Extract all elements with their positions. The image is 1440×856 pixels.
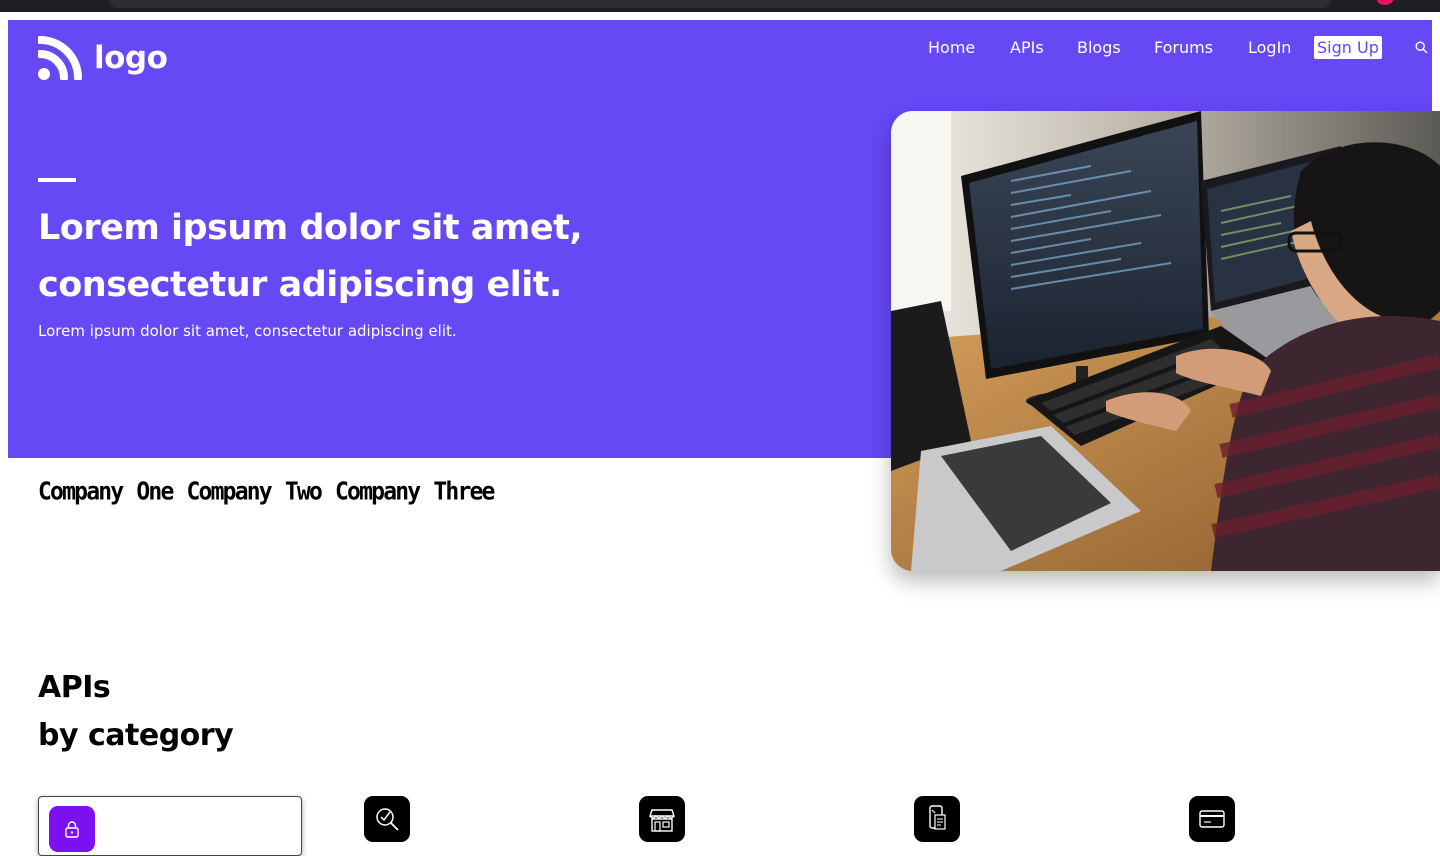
apis-title-line1: APIs — [38, 670, 111, 705]
browser-address-bar — [108, 0, 1332, 8]
signup-button[interactable]: Sign Up — [1314, 36, 1382, 59]
company-word: Two — [284, 478, 323, 507]
apis-title-line2: by category — [38, 718, 234, 753]
credit-card-icon[interactable] — [1189, 796, 1235, 842]
hero-image-developer — [891, 111, 1440, 571]
lock-icon[interactable] — [49, 806, 95, 852]
storefront-icon[interactable] — [639, 796, 685, 842]
company-word: Company — [38, 478, 124, 507]
company-word: Company — [335, 478, 421, 507]
main-nav: Home APIs Blogs Forums LogIn Sign Up — [8, 36, 1432, 60]
company-word: One — [136, 478, 174, 507]
partner-companies: Company One Company Two Company Three — [38, 478, 495, 507]
apis-section-title: APIs by category — [38, 664, 234, 760]
nav-blogs[interactable]: Blogs — [1077, 38, 1121, 57]
nav-home[interactable]: Home — [928, 38, 975, 57]
hero-subtitle: Lorem ipsum dolor sit amet, consectetur … — [38, 322, 457, 340]
nav-forums[interactable]: Forums — [1154, 38, 1213, 57]
search-icon[interactable] — [1415, 39, 1428, 58]
nav-apis[interactable]: APIs — [1010, 38, 1044, 57]
notification-dot — [1377, 0, 1393, 5]
company-word: Three — [433, 478, 495, 507]
nav-login[interactable]: LogIn — [1248, 38, 1291, 57]
mobile-document-icon[interactable] — [914, 796, 960, 842]
hero-accent-line — [38, 178, 76, 182]
hero-title: Lorem ipsum dolor sit amet, consectetur … — [38, 208, 583, 305]
company-word: Company — [186, 478, 273, 507]
search-check-icon[interactable] — [364, 796, 410, 842]
browser-top-strip — [0, 0, 1440, 12]
